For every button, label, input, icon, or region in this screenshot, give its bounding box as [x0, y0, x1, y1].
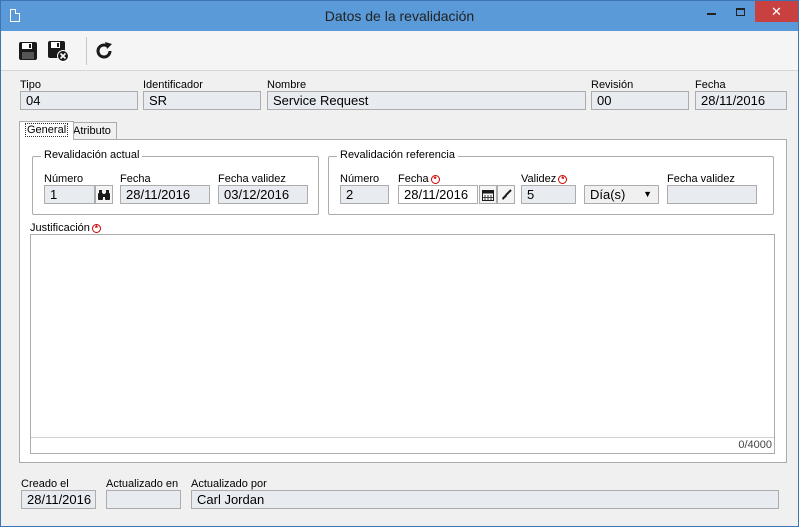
- ref-numero-label: Número: [340, 173, 380, 185]
- ref-fecha-validez-field[interactable]: [667, 185, 757, 204]
- ref-unidad-select[interactable]: Día(s) ▼: [584, 185, 659, 204]
- ref-unidad-value: Día(s): [590, 187, 626, 202]
- actual-fecha-validez-field[interactable]: 03/12/2016: [218, 185, 308, 204]
- ref-fecha-label: Fecha *: [398, 173, 440, 185]
- character-counter: 0/4000: [738, 439, 772, 451]
- clear-date-button[interactable]: [497, 185, 515, 204]
- refresh-button[interactable]: [90, 37, 118, 65]
- required-icon: *: [91, 224, 101, 233]
- actual-fecha-label: Fecha: [120, 173, 151, 185]
- identificador-label: Identificador: [143, 79, 203, 91]
- save-icon: [19, 42, 37, 60]
- actualizado-en-field[interactable]: [106, 490, 181, 509]
- revalidacion-referencia-title: Revalidación referencia: [337, 149, 458, 161]
- actual-fecha-validez-label: Fecha validez: [218, 173, 286, 185]
- justificacion-label-text: Justificación: [30, 222, 90, 234]
- toolbar: [1, 31, 798, 71]
- binoculars-icon: [98, 189, 110, 200]
- ref-numero-field[interactable]: 2: [340, 185, 389, 204]
- revision-field[interactable]: 00: [591, 91, 689, 110]
- tab-atributo[interactable]: Atributo: [67, 122, 117, 140]
- maximize-icon: [736, 8, 745, 16]
- window-title: Datos de la revalidación: [324, 8, 475, 24]
- fecha-label: Fecha: [695, 79, 726, 91]
- nombre-field[interactable]: Service Request: [267, 91, 586, 110]
- fecha-field[interactable]: 28/11/2016: [695, 91, 787, 110]
- actual-fecha-field[interactable]: 28/11/2016: [120, 185, 210, 204]
- revalidacion-referencia-group: Revalidación referencia Número 2 Fecha * …: [328, 149, 774, 215]
- refresh-icon: [96, 42, 112, 59]
- actualizado-por-label: Actualizado por: [191, 478, 267, 490]
- character-counter-bar: 0/4000: [31, 437, 774, 453]
- calendar-button[interactable]: [479, 185, 497, 204]
- actual-numero-label: Número: [44, 173, 84, 185]
- justificacion-textarea[interactable]: 0/4000: [30, 234, 775, 454]
- ref-fecha-label-text: Fecha: [398, 173, 429, 185]
- required-icon: *: [558, 175, 568, 184]
- revision-label: Revisión: [591, 79, 634, 91]
- minimize-button[interactable]: [698, 1, 725, 23]
- nombre-label: Nombre: [267, 79, 307, 91]
- search-revalidation-button[interactable]: [95, 185, 113, 204]
- ref-validez-label-text: Validez: [521, 173, 557, 185]
- ref-fecha-validez-label: Fecha validez: [667, 173, 735, 185]
- save-and-close-button[interactable]: [44, 37, 72, 65]
- ref-fecha-field[interactable]: 28/11/2016: [398, 185, 478, 204]
- calendar-icon: [482, 189, 494, 201]
- actual-numero-field[interactable]: 1: [44, 185, 95, 204]
- actualizado-en-label: Actualizado en: [106, 478, 179, 490]
- revalidacion-actual-group: Revalidación actual Número 1 Fecha 28/11…: [32, 149, 319, 215]
- close-icon: ✕: [771, 3, 782, 19]
- maximize-button[interactable]: [727, 1, 754, 23]
- creado-el-label: Creado el: [21, 478, 69, 490]
- save-button[interactable]: [14, 37, 42, 65]
- ref-validez-field[interactable]: 5: [521, 185, 576, 204]
- tab-general-label: General: [25, 123, 69, 137]
- justificacion-label: Justificación *: [30, 222, 101, 234]
- actualizado-por-field[interactable]: Carl Jordan: [191, 490, 779, 509]
- brush-icon: [502, 188, 512, 200]
- dropdown-arrow-icon: ▼: [643, 189, 652, 199]
- title-bar: Datos de la revalidación ✕: [1, 1, 798, 31]
- general-panel: Revalidación actual Número 1 Fecha 28/11…: [19, 139, 787, 463]
- tipo-label: Tipo: [20, 79, 41, 91]
- ref-validez-label: Validez *: [521, 173, 568, 185]
- dialog-window: Datos de la revalidación ✕ Tipo 04 Ident…: [0, 0, 799, 527]
- close-button[interactable]: ✕: [755, 1, 798, 22]
- identificador-field[interactable]: SR: [143, 91, 261, 110]
- revalidacion-actual-title: Revalidación actual: [41, 149, 143, 161]
- minimize-icon: [707, 13, 716, 15]
- save-close-icon: [48, 41, 69, 62]
- creado-el-field[interactable]: 28/11/2016: [21, 490, 96, 509]
- required-icon: *: [430, 175, 440, 184]
- tab-general[interactable]: General: [19, 121, 75, 140]
- tipo-field[interactable]: 04: [20, 91, 138, 110]
- toolbar-separator: [86, 37, 87, 65]
